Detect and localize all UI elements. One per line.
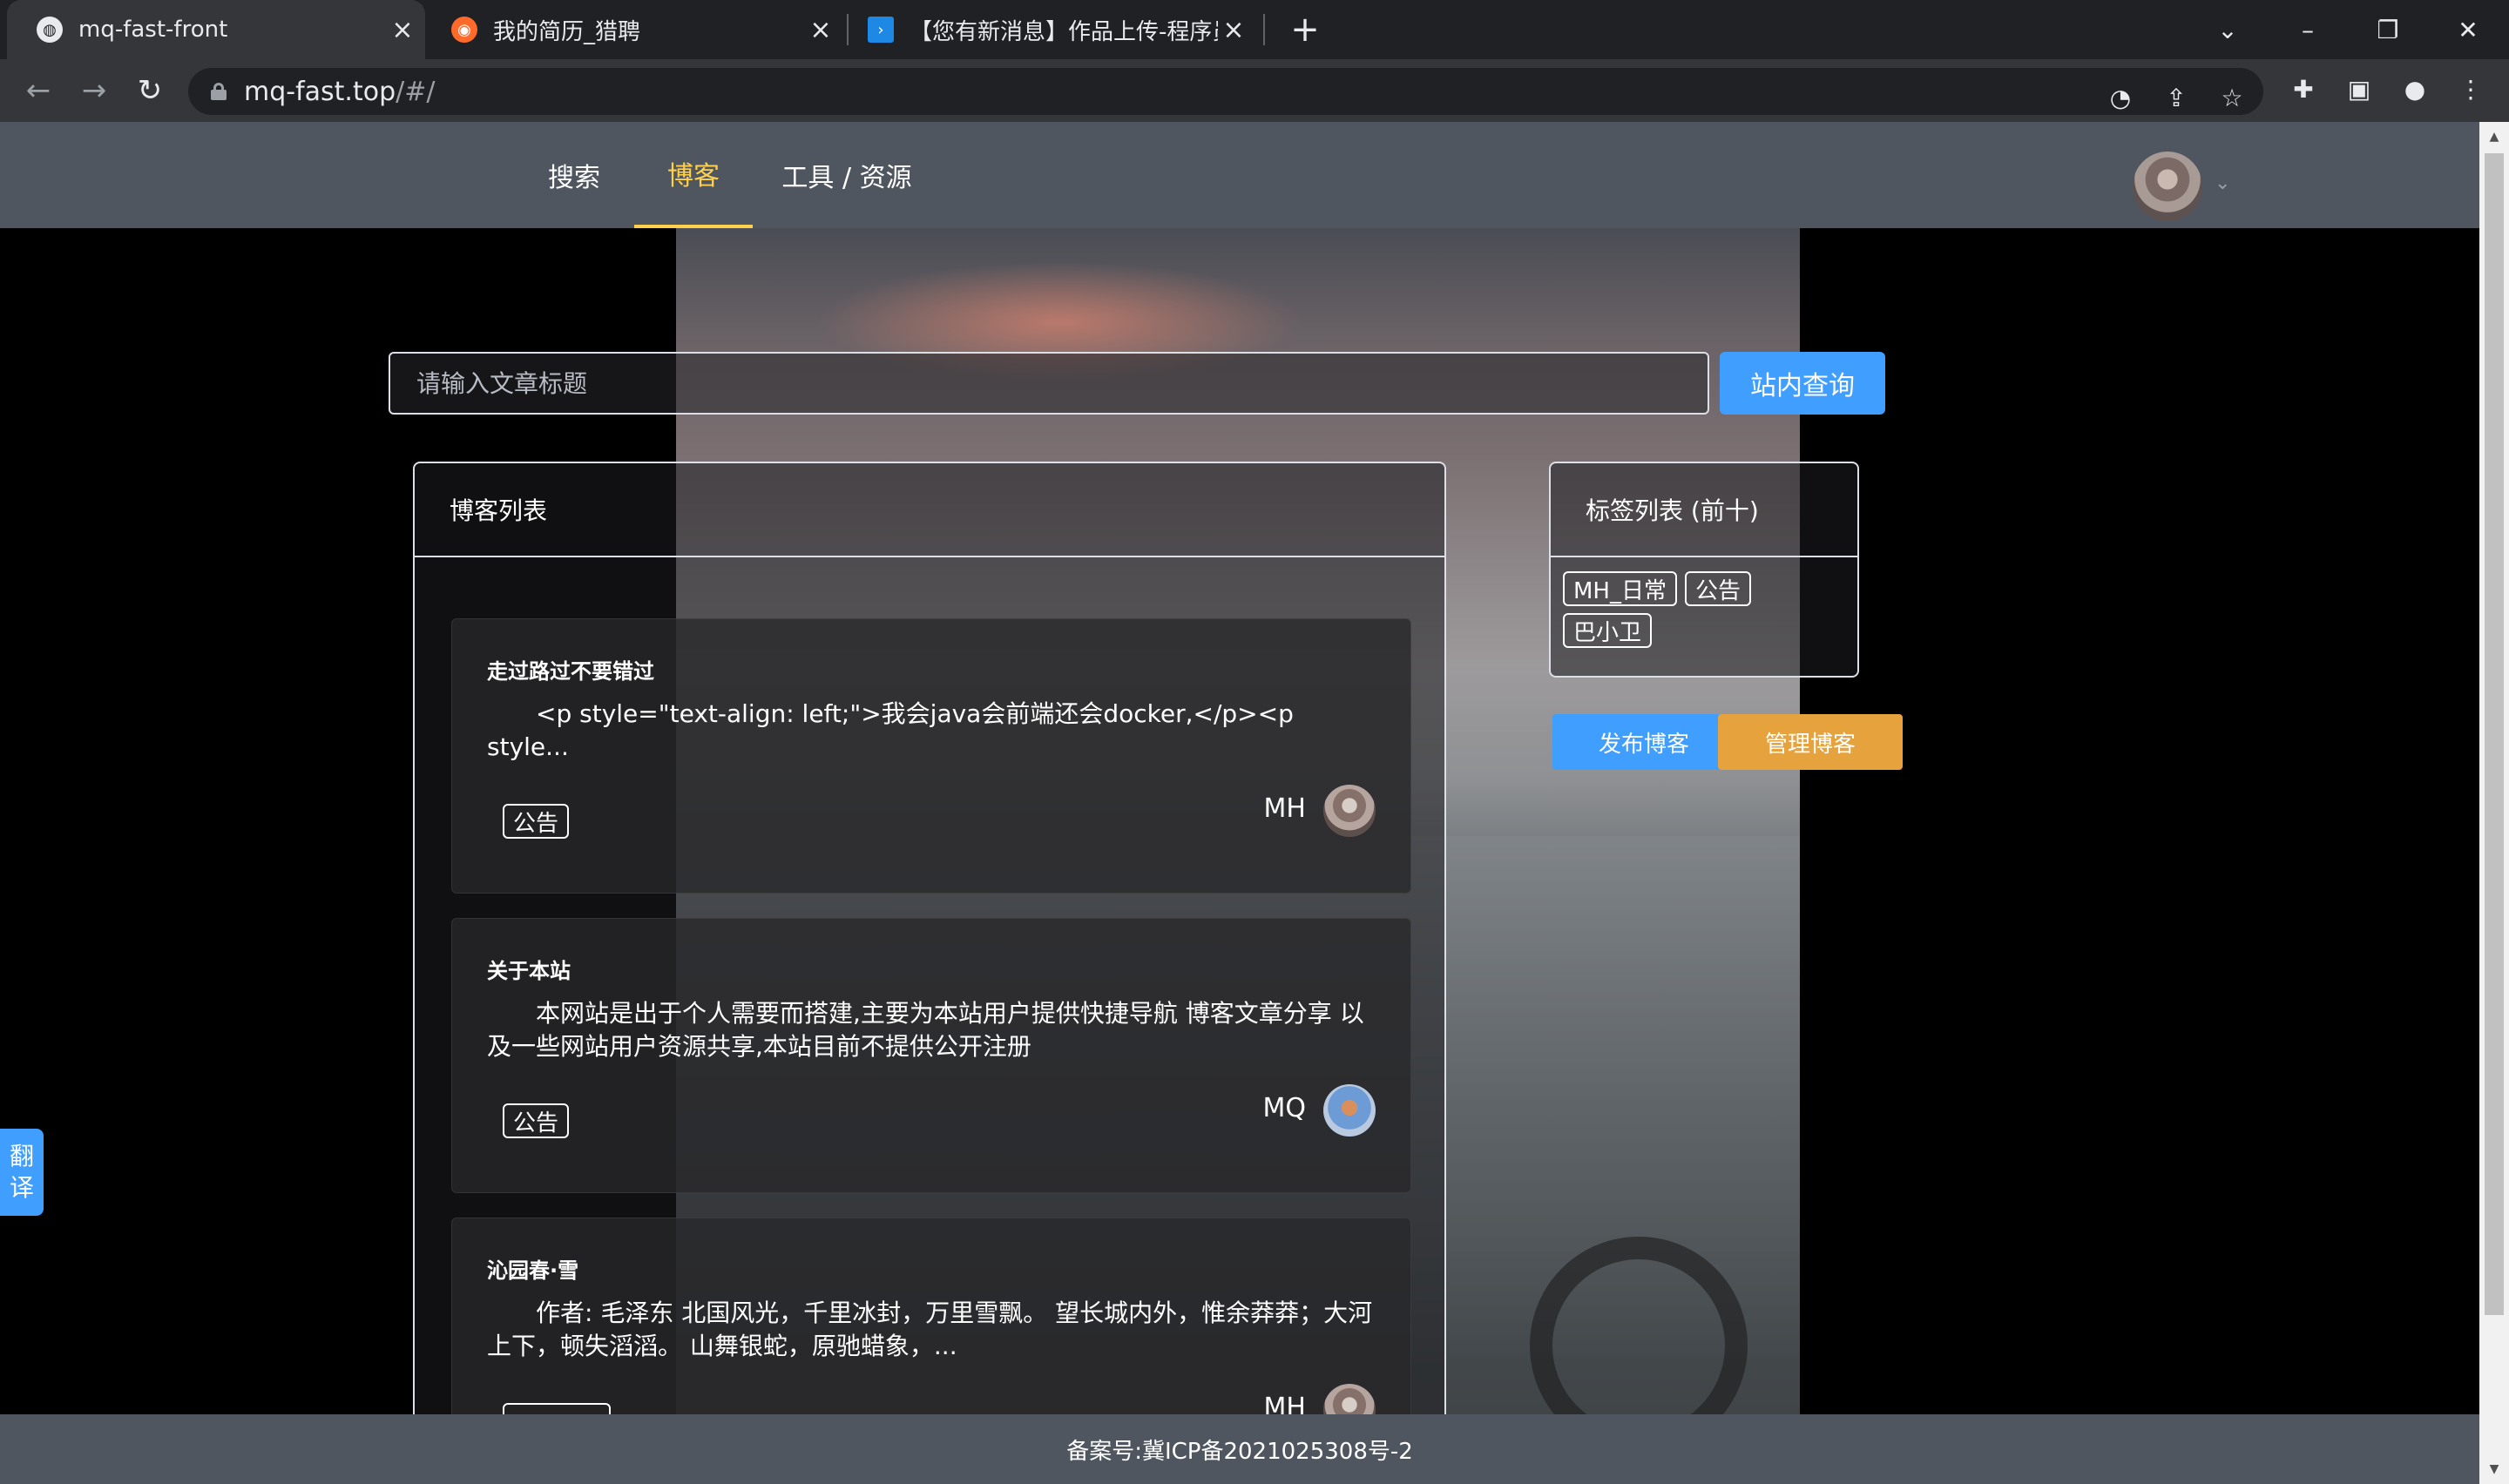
tag-mh-daily[interactable]: MH_日常 (1563, 571, 1677, 606)
new-tab-plus-icon[interactable]: + (1286, 10, 1324, 50)
tab-title: 我的简历_猎聘 (493, 18, 641, 45)
translate-char: 译 (9, 1173, 34, 1202)
blog-title[interactable]: 关于本站 (487, 954, 571, 984)
translate-float-button[interactable]: 翻 译 (0, 1129, 44, 1216)
site-footer: 备案号:冀ICP备2021025308号-2 (0, 1414, 2479, 1484)
nav-item-blog[interactable]: 博客 (634, 122, 753, 228)
blog-title[interactable]: 沁园春·雪 (487, 1253, 578, 1284)
scroll-down-arrow-icon[interactable]: ▼ (2479, 1454, 2509, 1484)
extensions-puzzle-icon[interactable]: ✚ (2286, 71, 2321, 106)
tab-title: mq-fast-front (78, 17, 228, 43)
scrollbar-thumb[interactable] (2485, 153, 2504, 1315)
browser-tab-bar: ◍ mq-fast-front × ◉ 我的简历_猎聘 × › 【您有新消息】作… (0, 0, 2509, 59)
tab-divider (1263, 14, 1265, 45)
restore-icon[interactable]: ❐ (2349, 0, 2427, 59)
author-avatar (1323, 785, 1376, 837)
tag-list-header: 标签列表 (前十) (1551, 463, 1857, 557)
globe-icon: ◍ (37, 17, 63, 43)
tag-announcement[interactable]: 公告 (1685, 571, 1752, 606)
blog-summary: 本网站是出于个人需要而搭建,主要为本站用户提供快捷导航 博客文章分享 以及一些网… (487, 999, 1364, 1061)
tab-search-chevron-icon[interactable]: ⌄ (2188, 0, 2267, 59)
side-panel-icon[interactable]: ▣ (2342, 71, 2377, 106)
nav-item-tools[interactable]: 工具 / 资源 (770, 122, 923, 228)
minimize-icon[interactable]: – (2269, 0, 2347, 59)
nav-item-search[interactable]: 搜索 (535, 122, 613, 228)
blog-author: MQ (1262, 1093, 1307, 1123)
blog-tag[interactable]: 公告 (503, 1103, 570, 1138)
back-arrow-icon[interactable]: ← (19, 71, 57, 110)
icp-record-text: 备案号:冀ICP备2021025308号-2 (1066, 1438, 1413, 1465)
close-icon[interactable]: × (387, 14, 418, 45)
page-viewport: 搜索 博客 工具 / 资源 ⌄ 站内查询 博客列表 走过路过不要错过 <p st… (0, 122, 2479, 1484)
author-avatar (1323, 1084, 1376, 1137)
user-avatar[interactable] (2133, 152, 2202, 221)
tab-title: 【您有新消息】作品上传-程序员 (910, 18, 1218, 45)
article-title-search-input[interactable] (389, 352, 1709, 415)
translate-char: 翻 (9, 1142, 34, 1170)
site-top-nav: 搜索 博客 工具 / 资源 ⌄ (0, 122, 2479, 228)
blog-list-card: 博客列表 走过路过不要错过 <p style="text-align: left… (413, 462, 1446, 1484)
browser-tab-mq-fast-front[interactable]: ◍ mq-fast-front × (7, 0, 425, 59)
close-icon[interactable]: × (1218, 14, 1249, 45)
blog-author: MH (1263, 793, 1306, 824)
lock-icon (211, 83, 227, 100)
browser-toolbar: ← → ↻ mq-fast.top /#/ ◔ ⇪ ☆ ✚ ▣ ● ⋮ (0, 59, 2509, 122)
blog-summary: <p style="text-align: left;">我会java会前端还会… (487, 699, 1294, 761)
blog-list-item[interactable]: 走过路过不要错过 <p style="text-align: left;">我会… (451, 618, 1411, 894)
blog-list-header: 博客列表 (415, 463, 1444, 557)
chevron-down-icon[interactable]: ⌄ (2215, 172, 2230, 194)
share-icon[interactable]: ⇪ (2159, 80, 2194, 115)
performance-icon[interactable]: ◔ (2103, 80, 2138, 115)
page-scrollbar[interactable]: ▲ ▼ (2479, 122, 2509, 1484)
blog-tag[interactable]: 公告 (503, 804, 570, 839)
browser-tab-messages[interactable]: › 【您有新消息】作品上传-程序员 × (859, 0, 1256, 59)
close-icon[interactable]: × (805, 14, 836, 45)
liepin-favicon-icon: ◉ (451, 17, 477, 43)
terminal-favicon-icon: › (868, 17, 894, 43)
bookmark-star-icon[interactable]: ☆ (2215, 80, 2249, 115)
address-bar[interactable]: mq-fast.top /#/ ◔ ⇪ ☆ (188, 68, 2263, 115)
browser-tab-resume[interactable]: ◉ 我的简历_猎聘 × (443, 0, 843, 59)
manage-blog-button[interactable]: 管理博客 (1718, 714, 1903, 770)
tag-list-card: 标签列表 (前十) MH_日常 公告 巴小卫 (1549, 462, 1859, 678)
blog-list-item[interactable]: 关于本站 本网站是出于个人需要而搭建,主要为本站用户提供快捷导航 博客文章分享 … (451, 918, 1411, 1193)
site-search-button[interactable]: 站内查询 (1720, 352, 1885, 415)
blog-summary: 作者: 毛泽东 北国风光，千里冰封，万里雪飘。 望长城内外，惟余莽莽；大河上下，… (487, 1298, 1373, 1360)
tab-divider (847, 14, 849, 45)
reload-icon[interactable]: ↻ (131, 71, 169, 110)
url-host: mq-fast.top (244, 76, 396, 107)
profile-icon[interactable]: ● (2397, 71, 2432, 106)
blog-title[interactable]: 走过路过不要错过 (487, 654, 654, 685)
publish-blog-button[interactable]: 发布博客 (1552, 714, 1735, 770)
url-path: /#/ (396, 76, 436, 107)
more-menu-icon[interactable]: ⋮ (2453, 71, 2488, 106)
window-close-icon[interactable]: ✕ (2429, 0, 2507, 59)
tag-baxiaowei[interactable]: 巴小卫 (1563, 613, 1653, 648)
scroll-up-arrow-icon[interactable]: ▲ (2479, 122, 2509, 152)
forward-arrow-icon[interactable]: → (75, 71, 113, 110)
